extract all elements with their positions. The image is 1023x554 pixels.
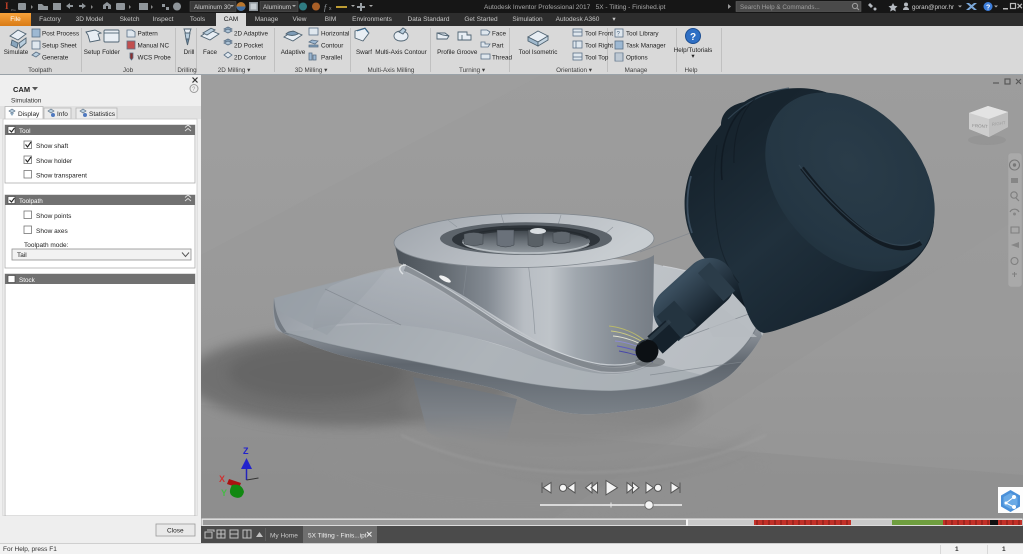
svg-text:WCS Probe: WCS Probe: [138, 55, 172, 62]
svg-text:My Home: My Home: [270, 533, 298, 540]
svg-text:Tool Top: Tool Top: [585, 55, 609, 62]
svg-text:Aluminum: Aluminum: [263, 4, 291, 11]
svg-text:Part: Part: [492, 43, 504, 50]
svg-text:Show shaft: Show shaft: [36, 143, 68, 150]
svg-text:Drill: Drill: [184, 49, 195, 56]
svg-text:Display: Display: [18, 111, 40, 118]
svg-text:Face: Face: [492, 31, 506, 38]
svg-text:Task Manager: Task Manager: [626, 43, 666, 50]
svg-text:Orientation ▾: Orientation ▾: [556, 67, 592, 74]
svg-text:?: ?: [690, 32, 696, 43]
svg-text:Y: Y: [221, 488, 227, 498]
svg-text:Face: Face: [203, 49, 217, 56]
svg-text:2D Pocket: 2D Pocket: [234, 43, 263, 50]
svg-text:Multi-Axis Contour: Multi-Axis Contour: [375, 49, 426, 56]
svg-text:Profile: Profile: [437, 49, 455, 56]
svg-text:Groove: Groove: [457, 49, 478, 56]
svg-text:Show points: Show points: [36, 213, 72, 220]
svg-text:2D Milling ▾: 2D Milling ▾: [218, 67, 251, 74]
svg-text:Show transparent: Show transparent: [36, 173, 87, 180]
svg-text:2D Adaptive: 2D Adaptive: [234, 31, 268, 38]
svg-text:▾: ▾: [691, 53, 694, 60]
svg-text:Manual NC: Manual NC: [138, 43, 170, 50]
svg-text:Job: Job: [123, 67, 134, 74]
svg-text:Pattern: Pattern: [138, 31, 159, 38]
svg-text:CAM: CAM: [13, 85, 30, 94]
svg-text:Show holder: Show holder: [36, 158, 73, 165]
svg-text:Swarf: Swarf: [356, 49, 372, 56]
svg-text:Simulation: Simulation: [11, 98, 42, 105]
svg-text:Simulate: Simulate: [4, 49, 29, 56]
svg-text:Close: Close: [167, 528, 184, 535]
svg-text:Toolpath mode:: Toolpath mode:: [24, 242, 69, 249]
svg-text:Manage: Manage: [625, 67, 648, 74]
svg-text:Adaptive: Adaptive: [281, 49, 306, 56]
svg-text:Multi-Axis Milling: Multi-Axis Milling: [368, 67, 415, 74]
svg-text:Statistics: Statistics: [89, 111, 116, 118]
svg-text:Z: Z: [243, 446, 249, 456]
svg-text:Setup: Setup: [84, 49, 101, 56]
svg-text:goran@pnor.hr: goran@pnor.hr: [912, 4, 954, 11]
svg-text:Folder: Folder: [102, 49, 120, 56]
svg-text:5X Tilting - Finis...ipt: 5X Tilting - Finis...ipt: [308, 533, 367, 540]
svg-text:Tool: Tool: [19, 128, 31, 135]
svg-text:Drilling: Drilling: [177, 67, 197, 74]
svg-text:Tool Right: Tool Right: [585, 43, 613, 50]
svg-text:Post Process: Post Process: [42, 31, 79, 38]
svg-text:Search Help & Commands...: Search Help & Commands...: [740, 4, 820, 11]
svg-text:Toolpath: Toolpath: [19, 198, 43, 205]
svg-text:Parallel: Parallel: [321, 55, 342, 62]
svg-text:Options: Options: [626, 55, 648, 62]
svg-text:Generate: Generate: [42, 55, 69, 62]
svg-text:Show axes: Show axes: [36, 228, 69, 235]
svg-text:Setup Sheet: Setup Sheet: [42, 43, 77, 50]
svg-text:Pro: Pro: [11, 8, 16, 12]
svg-text:Turning ▾: Turning ▾: [459, 67, 485, 74]
svg-text:Horizontal: Horizontal: [321, 31, 349, 38]
svg-text:Help: Help: [685, 67, 698, 74]
svg-text:Toolpath: Toolpath: [28, 67, 52, 74]
svg-text:3D Milling ▾: 3D Milling ▾: [295, 67, 328, 74]
svg-text:Tool Isometric: Tool Isometric: [519, 49, 558, 56]
svg-text:Info: Info: [57, 111, 68, 118]
svg-text:Contour: Contour: [321, 43, 343, 50]
svg-text:Tool Library: Tool Library: [626, 31, 659, 38]
svg-text:I: I: [5, 1, 9, 11]
svg-text:Autodesk Inventor Professional: Autodesk Inventor Professional 2017 5X -…: [484, 4, 666, 11]
svg-text:X: X: [219, 474, 225, 484]
svg-text:Tool Front: Tool Front: [585, 31, 613, 38]
svg-text:Thread: Thread: [492, 55, 512, 62]
svg-text:Aluminum 30: Aluminum 30: [194, 4, 231, 11]
svg-text:2D Contour: 2D Contour: [234, 55, 266, 62]
svg-text:Stock: Stock: [19, 277, 36, 284]
svg-text:Tail: Tail: [17, 252, 27, 259]
svg-text:?: ?: [986, 5, 990, 12]
